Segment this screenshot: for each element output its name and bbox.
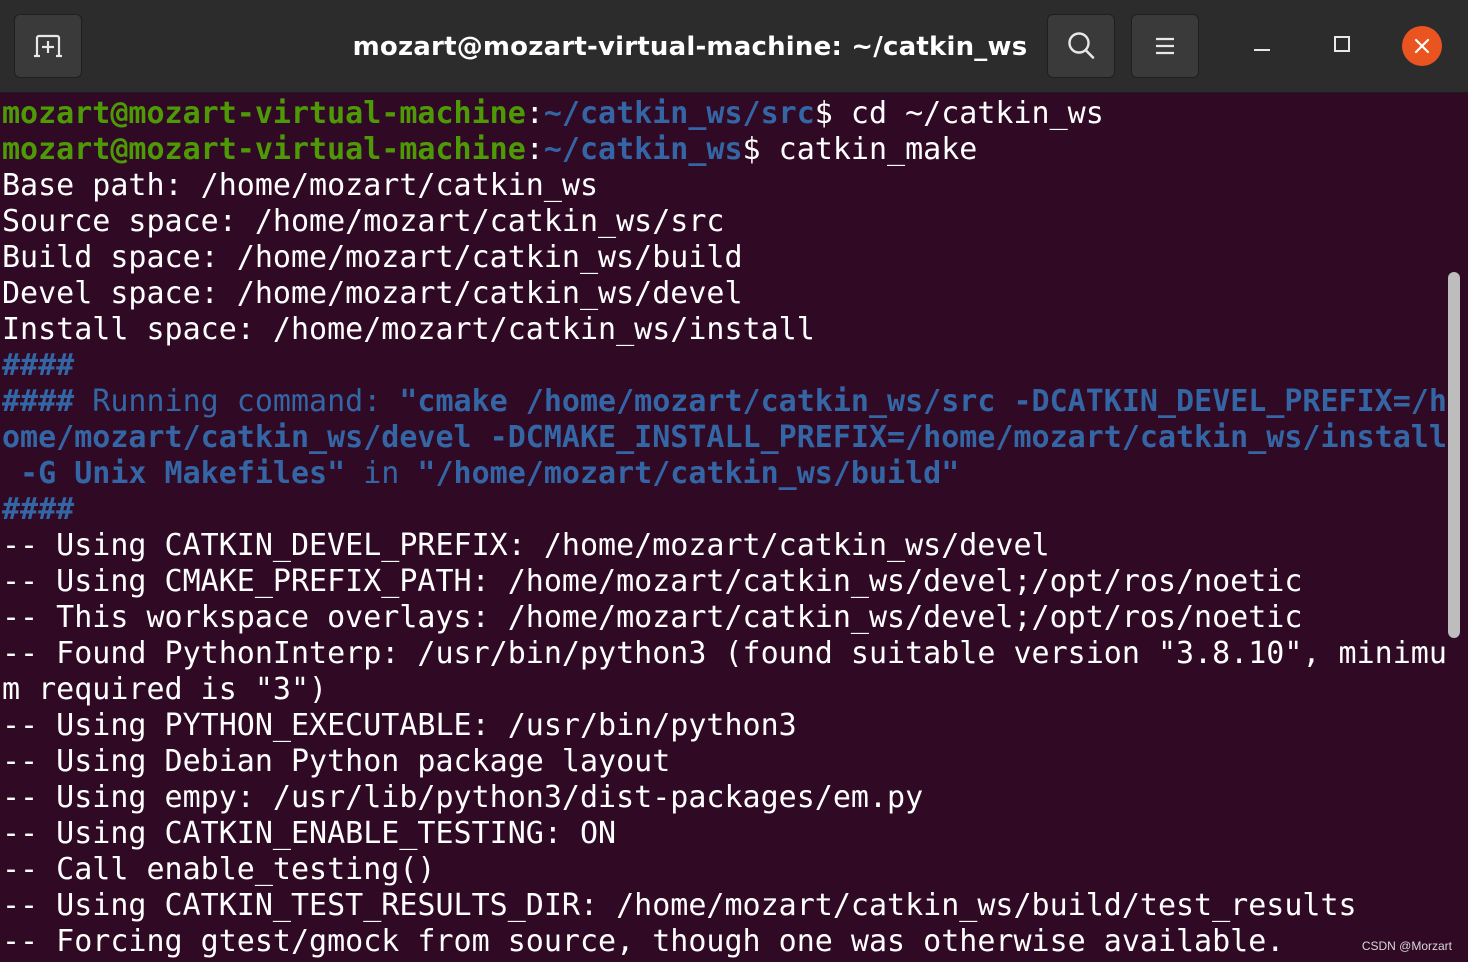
search-icon <box>1065 30 1097 62</box>
new-tab-button[interactable] <box>14 14 82 78</box>
in-word: in <box>345 456 418 491</box>
window-title: mozart@mozart-virtual-machine: ~/catkin_… <box>352 31 1028 62</box>
cmake-output-line: -- Forcing gtest/gmock from source, thou… <box>2 924 1285 959</box>
cmake-command-tail: -G Unix Makefiles" in "/home/mozart/catk… <box>2 456 1447 492</box>
terminal-output[interactable]: mozart@mozart-virtual-machine:~/catkin_w… <box>2 96 1447 962</box>
cmake-command-part2: ome/mozart/catkin_ws/devel -DCMAKE_INSTA… <box>2 420 1447 455</box>
close-button[interactable] <box>1402 26 1442 66</box>
cmake-output-line: -- Using CATKIN_TEST_RESULTS_DIR: /home/… <box>2 888 1357 923</box>
running-command-line: #### Running command: "cmake /home/mozar… <box>2 384 1447 420</box>
maximize-button[interactable] <box>1322 26 1362 66</box>
output-line: Base path: /home/mozart/catkin_ws <box>2 168 599 203</box>
output-line: Build space: /home/mozart/catkin_ws/buil… <box>2 240 743 275</box>
close-icon <box>1402 26 1442 66</box>
hash-separator: #### <box>2 348 75 383</box>
new-tab-icon <box>31 31 65 61</box>
search-button[interactable] <box>1047 14 1115 78</box>
cmake-output-line: m required is "3") <box>2 672 328 707</box>
output-line: Install space: /home/mozart/catkin_ws/in… <box>2 312 815 347</box>
cmake-output-line: -- Using CATKIN_ENABLE_TESTING: ON <box>2 816 617 851</box>
cmake-output-line: -- Using Debian Python package layout <box>2 744 671 779</box>
cmake-command-part1: "cmake /home/mozart/catkin_ws/src -DCATK… <box>399 384 1447 419</box>
prompt-path: ~/catkin_ws/src <box>543 96 815 131</box>
minimize-icon <box>1252 34 1272 58</box>
cmake-command-part3: -G Unix Makefiles" <box>2 456 346 491</box>
prompt-command: cd ~/catkin_ws <box>832 96 1104 131</box>
build-directory: "/home/mozart/catkin_ws/build" <box>417 456 960 491</box>
prompt-separator: : <box>525 96 544 131</box>
cmake-output-line: -- Using CATKIN_DEVEL_PREFIX: /home/moza… <box>2 528 1050 563</box>
watermark-text: CSDN @Morzart <box>1361 939 1452 953</box>
cmake-output-line: -- This workspace overlays: /home/mozart… <box>2 600 1303 635</box>
cmake-output-line: -- Call enable_testing() <box>2 852 436 887</box>
minimize-button[interactable] <box>1242 26 1282 66</box>
prompt-line: mozart@mozart-virtual-machine:~/catkin_w… <box>2 132 1447 168</box>
cmake-output-line: -- Using PYTHON_EXECUTABLE: /usr/bin/pyt… <box>2 708 797 743</box>
hash-separator: #### <box>2 492 75 527</box>
running-label: Running command: <box>74 384 400 419</box>
hash-prefix: #### <box>2 384 75 419</box>
prompt-user-host: mozart@mozart-virtual-machine <box>2 96 526 131</box>
cmake-output-line: -- Found PythonInterp: /usr/bin/python3 … <box>2 636 1447 671</box>
window-titlebar: mozart@mozart-virtual-machine: ~/catkin_… <box>0 0 1468 93</box>
prompt-symbol: $ <box>814 96 833 131</box>
prompt-separator: : <box>525 132 544 167</box>
prompt-user-host: mozart@mozart-virtual-machine <box>2 132 526 167</box>
output-line: Devel space: /home/mozart/catkin_ws/deve… <box>2 276 743 311</box>
prompt-command: catkin_make <box>760 132 978 167</box>
output-line: Source space: /home/mozart/catkin_ws/src <box>2 204 725 239</box>
scrollbar-thumb[interactable] <box>1448 272 1460 638</box>
prompt-symbol: $ <box>742 132 761 167</box>
maximize-icon <box>1332 34 1352 58</box>
prompt-line: mozart@mozart-virtual-machine:~/catkin_w… <box>2 96 1447 132</box>
cmake-output-line: -- Using empy: /usr/lib/python3/dist-pac… <box>2 780 924 815</box>
hamburger-menu-icon <box>1153 35 1177 57</box>
cmake-output-line: -- Using CMAKE_PREFIX_PATH: /home/mozart… <box>2 564 1303 599</box>
menu-button[interactable] <box>1131 14 1199 78</box>
prompt-path: ~/catkin_ws <box>543 132 743 167</box>
